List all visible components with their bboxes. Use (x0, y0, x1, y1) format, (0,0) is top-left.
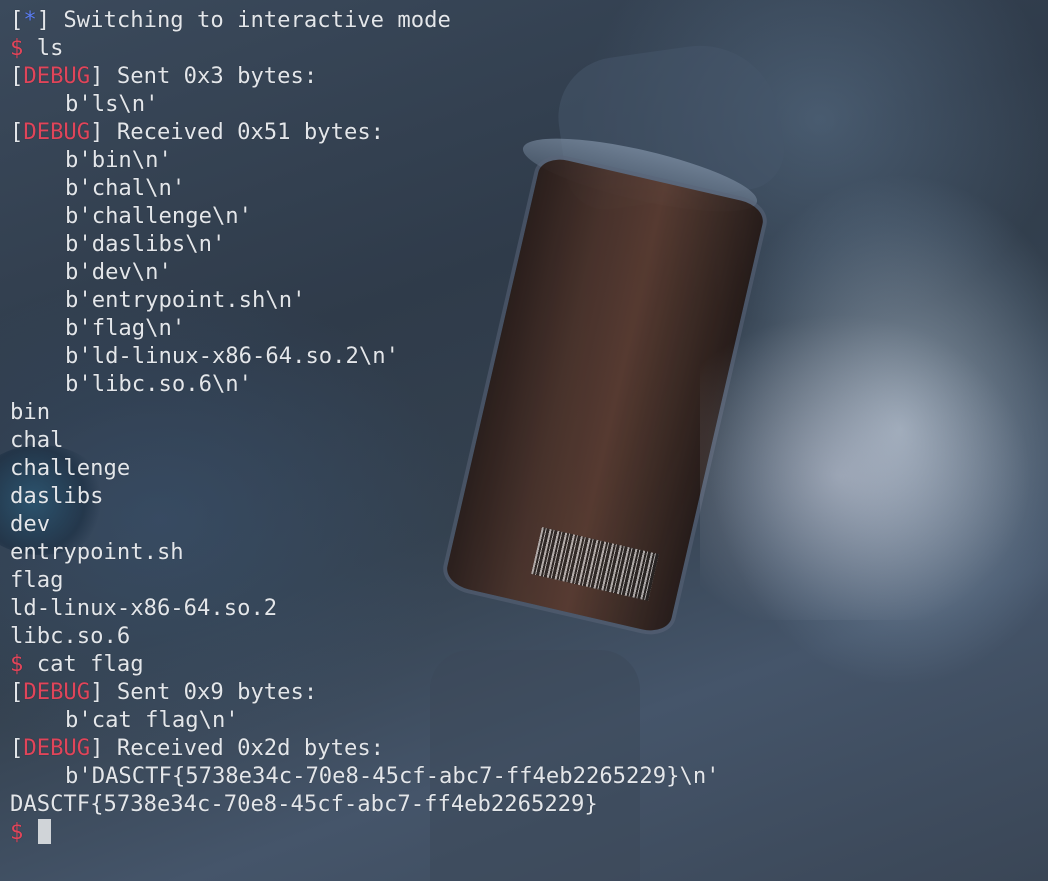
prompt-symbol: $ (10, 651, 24, 677)
debug-text: Received 0x2d bytes: (103, 735, 385, 761)
output-line: ld-linux-x86-64.so.2 (10, 594, 720, 622)
bracket-open: [ (10, 7, 24, 33)
bytes-line: b'flag\n' (10, 314, 720, 342)
bytes-line: b'ls\n' (10, 90, 720, 118)
debug-line: [DEBUG] Received 0x2d bytes: (10, 734, 720, 762)
bytes-line: b'chal\n' (10, 174, 720, 202)
input-line[interactable]: $ (10, 818, 720, 846)
debug-text: Sent 0x3 bytes: (103, 63, 318, 89)
info-line: [*] Switching to interactive mode (10, 6, 720, 34)
bracket-close: ] (90, 63, 104, 89)
debug-line: [DEBUG] Sent 0x9 bytes: (10, 678, 720, 706)
debug-text: Received 0x51 bytes: (103, 119, 385, 145)
bytes-text: b'bin\n' (65, 147, 172, 173)
bytes-text: b'daslibs\n' (65, 231, 226, 257)
bytes-line: b'DASCTF{5738e34c-70e8-45cf-abc7-ff4eb22… (10, 762, 720, 790)
debug-line: [DEBUG] Sent 0x3 bytes: (10, 62, 720, 90)
bracket-close: ] (90, 735, 104, 761)
output-line: flag (10, 566, 720, 594)
prompt-line: $ cat flag (10, 650, 720, 678)
bytes-line: b'libc.so.6\n' (10, 370, 720, 398)
debug-tag: DEBUG (23, 679, 91, 705)
command-text: ls (23, 35, 64, 61)
output-text: dev (10, 511, 51, 537)
bracket-open: [ (10, 119, 24, 145)
terminal-window[interactable]: [*] Switching to interactive mode $ ls [DE… (0, 0, 1048, 881)
info-star-icon: * (23, 7, 37, 33)
output-text: flag (10, 567, 64, 593)
prompt-symbol: $ (10, 819, 24, 845)
bytes-text: b'ls\n' (65, 91, 159, 117)
output-line: daslibs (10, 482, 720, 510)
bytes-text: b'flag\n' (65, 315, 186, 341)
bracket-open: [ (10, 63, 24, 89)
bytes-text: b'cat flag\n' (65, 707, 239, 733)
output-text: DASCTF{5738e34c-70e8-45cf-abc7-ff4eb2265… (10, 791, 598, 817)
bytes-text: b'chal\n' (65, 175, 186, 201)
bytes-line: b'entrypoint.sh\n' (10, 286, 720, 314)
output-text: bin (10, 399, 51, 425)
bytes-line: b'cat flag\n' (10, 706, 720, 734)
output-text: daslibs (10, 483, 104, 509)
info-text: Switching to interactive mode (50, 7, 451, 33)
bracket-close: ] (90, 119, 104, 145)
bracket-open: [ (10, 735, 24, 761)
bracket-close: ] (36, 7, 51, 33)
bytes-text: b'entrypoint.sh\n' (65, 287, 306, 313)
text-cursor[interactable] (37, 819, 51, 844)
bytes-text: b'libc.so.6\n' (65, 371, 253, 397)
output-line: DASCTF{5738e34c-70e8-45cf-abc7-ff4eb2265… (10, 790, 720, 818)
debug-text: Sent 0x9 bytes: (103, 679, 318, 705)
bytes-line: b'daslibs\n' (10, 230, 720, 258)
bracket-open: [ (10, 679, 24, 705)
output-text: chal (10, 427, 64, 453)
debug-line: [DEBUG] Received 0x51 bytes: (10, 118, 720, 146)
bytes-text: b'challenge\n' (65, 203, 253, 229)
output-text: entrypoint.sh (10, 539, 184, 565)
debug-tag: DEBUG (23, 735, 91, 761)
output-line: entrypoint.sh (10, 538, 720, 566)
bytes-text: b'dev\n' (65, 259, 172, 285)
bytes-line: b'challenge\n' (10, 202, 720, 230)
output-line: dev (10, 510, 720, 538)
debug-tag: DEBUG (23, 119, 91, 145)
prompt-line: $ ls (10, 34, 720, 62)
terminal-output: [*] Switching to interactive mode $ ls [DE… (10, 6, 720, 846)
bytes-line: b'dev\n' (10, 258, 720, 286)
bytes-line: b'ld-linux-x86-64.so.2\n' (10, 342, 720, 370)
debug-tag: DEBUG (23, 63, 91, 89)
command-text: cat flag (23, 651, 144, 677)
bytes-text: b'DASCTF{5738e34c-70e8-45cf-abc7-ff4eb22… (65, 763, 720, 789)
output-line: libc.so.6 (10, 622, 720, 650)
output-line: chal (10, 426, 720, 454)
bytes-text: b'ld-linux-x86-64.so.2\n' (65, 343, 399, 369)
output-text: challenge (10, 455, 131, 481)
output-text: ld-linux-x86-64.so.2 (10, 595, 278, 621)
wallpaper-light-burst (700, 300, 1048, 620)
input-text (23, 819, 36, 845)
output-text: libc.so.6 (10, 623, 131, 649)
output-line: challenge (10, 454, 720, 482)
bytes-line: b'bin\n' (10, 146, 720, 174)
prompt-symbol: $ (10, 35, 24, 61)
bracket-close: ] (90, 679, 104, 705)
output-line: bin (10, 398, 720, 426)
